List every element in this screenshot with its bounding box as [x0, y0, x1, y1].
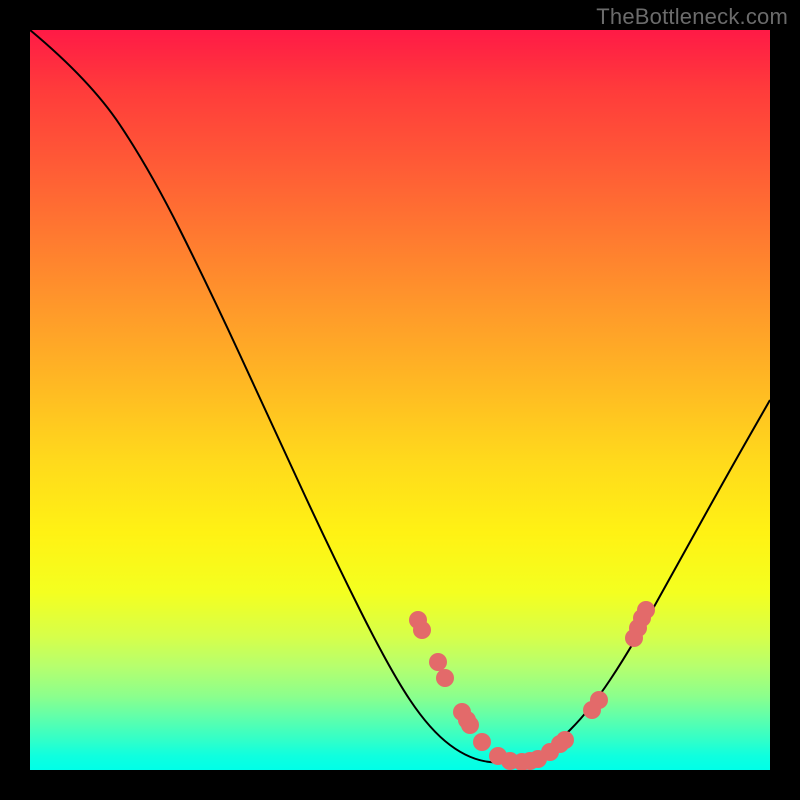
data-dot	[429, 653, 447, 671]
data-dot	[436, 669, 454, 687]
data-dot	[473, 733, 491, 751]
data-dot	[413, 621, 431, 639]
watermark-text: TheBottleneck.com	[596, 4, 788, 30]
data-dot	[637, 601, 655, 619]
chart-svg	[30, 30, 770, 770]
chart-plot-area	[30, 30, 770, 770]
data-dots	[409, 601, 655, 770]
data-dot	[461, 716, 479, 734]
bottleneck-curve	[30, 30, 770, 762]
data-dot	[590, 691, 608, 709]
chart-frame: TheBottleneck.com	[0, 0, 800, 800]
data-dot	[556, 731, 574, 749]
